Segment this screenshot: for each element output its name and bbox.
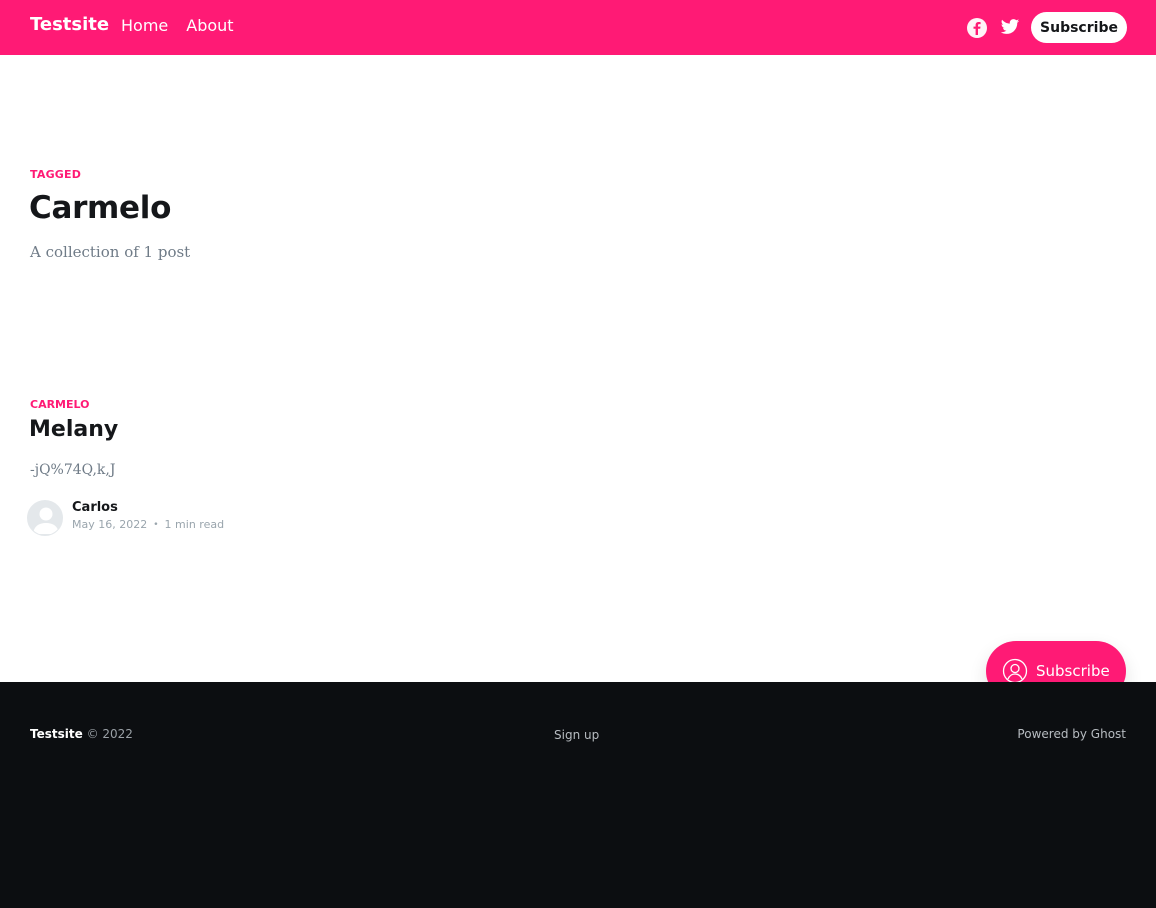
footer-signup-link[interactable]: Sign up — [554, 728, 599, 742]
post-card-title[interactable]: Melany — [29, 417, 118, 442]
portal-subscribe-label: Subscribe — [1036, 662, 1110, 680]
facebook-icon[interactable] — [966, 17, 988, 43]
footer-powered-by-link[interactable]: Powered by Ghost — [1017, 727, 1126, 741]
footer-site-link[interactable]: Testsite — [30, 727, 83, 741]
post-card-meta: May 16, 2022 • 1 min read — [72, 518, 224, 531]
tag-label: TAGGED — [30, 168, 82, 181]
tag-title: Carmelo — [29, 190, 172, 226]
nav-item-home[interactable]: Home — [121, 16, 168, 35]
twitter-icon[interactable] — [1000, 17, 1020, 41]
site-brand-link[interactable]: Testsite — [30, 14, 109, 35]
nav-item-about[interactable]: About — [186, 16, 233, 35]
meta-separator: • — [153, 519, 159, 530]
post-card-author[interactable]: Carlos — [72, 500, 118, 515]
post-card[interactable]: CARMELO Melany -jQ%74Q,k,J Carlos May 16… — [0, 390, 600, 550]
footer-copyright: Testsite © 2022 — [30, 727, 133, 741]
tag-description: A collection of 1 post — [30, 243, 191, 261]
user-circle-icon — [1002, 658, 1028, 684]
footer-copyright-text: © 2022 — [86, 727, 133, 741]
header-subscribe-button[interactable]: Subscribe — [1031, 12, 1127, 43]
post-card-reading-time: 1 min read — [164, 518, 225, 531]
primary-nav: Home About — [121, 16, 234, 35]
author-avatar[interactable] — [27, 500, 63, 536]
site-footer: Testsite © 2022 Sign up Powered by Ghost — [0, 682, 1156, 908]
avatar-placeholder-icon — [28, 501, 62, 535]
site-header: Testsite Home About Subscribe — [0, 0, 1156, 55]
post-card-tag[interactable]: CARMELO — [30, 398, 90, 411]
post-card-excerpt[interactable]: -jQ%74Q,k,J — [30, 462, 115, 478]
post-card-date: May 16, 2022 — [72, 518, 148, 531]
